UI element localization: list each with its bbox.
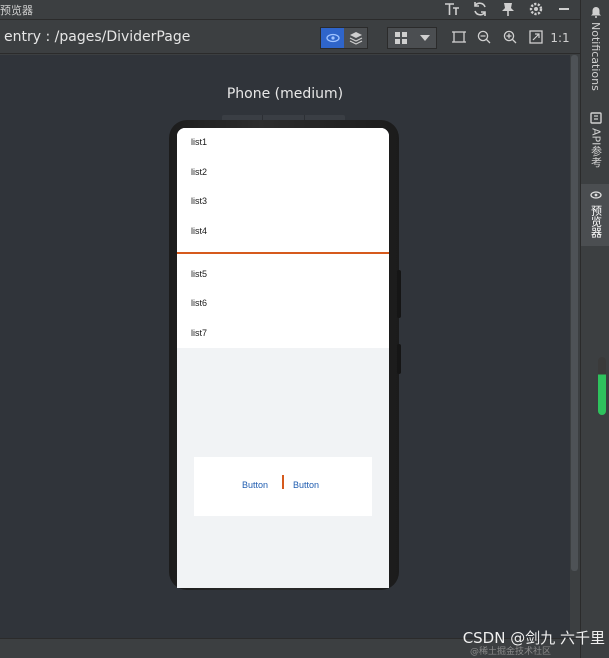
layout-select[interactable] bbox=[387, 27, 437, 49]
panel-title: 预览器 bbox=[0, 4, 33, 17]
list-item[interactable]: list5 bbox=[191, 269, 207, 279]
tab-api-reference[interactable]: API参考 bbox=[581, 108, 609, 186]
zoom-in-icon[interactable] bbox=[502, 30, 518, 46]
layers-icon bbox=[349, 32, 362, 45]
list-container: list1 list2 list3 list4 list5 list6 list… bbox=[177, 128, 389, 348]
font-size-icon[interactable] bbox=[444, 1, 460, 17]
tab-notifications-label: Notifications bbox=[589, 22, 602, 91]
tab-previewer[interactable]: 预览器 bbox=[581, 184, 609, 246]
grid-icon bbox=[388, 28, 414, 48]
bell-icon bbox=[590, 7, 601, 18]
inspector-mode-button[interactable] bbox=[344, 28, 367, 48]
view-mode-toggle bbox=[320, 27, 368, 49]
pin-icon[interactable] bbox=[500, 1, 516, 17]
tab-previewer-label: 预览器 bbox=[589, 205, 603, 238]
page-path: entry : /pages/DividerPage bbox=[4, 29, 191, 45]
second-button[interactable]: Button bbox=[293, 480, 319, 490]
watermark: CSDN @剑九 六千里 bbox=[462, 629, 605, 647]
preview-toolbar: entry : /pages/DividerPage 1:1 bbox=[0, 21, 580, 54]
list-item[interactable]: list3 bbox=[191, 196, 207, 206]
status-indicator bbox=[598, 357, 606, 415]
list-item[interactable]: list7 bbox=[191, 328, 207, 338]
phone-volume-button bbox=[397, 270, 401, 318]
eye-icon bbox=[325, 33, 340, 43]
phone-screen: list1 list2 list3 list4 list5 list6 list… bbox=[177, 128, 389, 588]
zoom-out-icon[interactable] bbox=[476, 30, 492, 46]
first-button[interactable]: Button bbox=[242, 480, 268, 490]
book-icon bbox=[589, 112, 602, 124]
actual-size-button[interactable]: 1:1 bbox=[550, 30, 570, 46]
right-tool-sidebar: Notifications API参考 预览器 bbox=[580, 0, 609, 658]
list-item[interactable]: list2 bbox=[191, 167, 207, 177]
refresh-icon[interactable] bbox=[472, 1, 488, 17]
fit-screen-icon[interactable] bbox=[528, 30, 544, 46]
crop-icon[interactable] bbox=[451, 30, 467, 46]
tab-notifications[interactable]: Notifications bbox=[581, 4, 609, 100]
chevron-down-icon bbox=[414, 28, 436, 48]
eye-icon bbox=[589, 191, 602, 199]
vertical-divider bbox=[282, 475, 284, 489]
list-item[interactable]: list4 bbox=[191, 226, 207, 236]
device-name: Phone (medium) bbox=[226, 86, 344, 102]
titlebar-icons bbox=[444, 1, 572, 17]
horizontal-divider bbox=[177, 252, 389, 254]
gear-icon[interactable] bbox=[528, 1, 544, 17]
list-item[interactable]: list1 bbox=[191, 137, 207, 147]
list-item[interactable]: list6 bbox=[191, 298, 207, 308]
button-row: Button Button bbox=[194, 457, 372, 516]
phone-power-button bbox=[397, 344, 401, 374]
panel-titlebar: 预览器 bbox=[0, 0, 580, 20]
tab-api-reference-label: API参考 bbox=[589, 128, 603, 168]
phone-frame: list1 list2 list3 list4 list5 list6 list… bbox=[169, 120, 401, 590]
minimize-icon[interactable] bbox=[556, 1, 572, 17]
canvas-scrollbar[interactable] bbox=[571, 55, 578, 571]
preview-mode-button[interactable] bbox=[321, 28, 344, 48]
